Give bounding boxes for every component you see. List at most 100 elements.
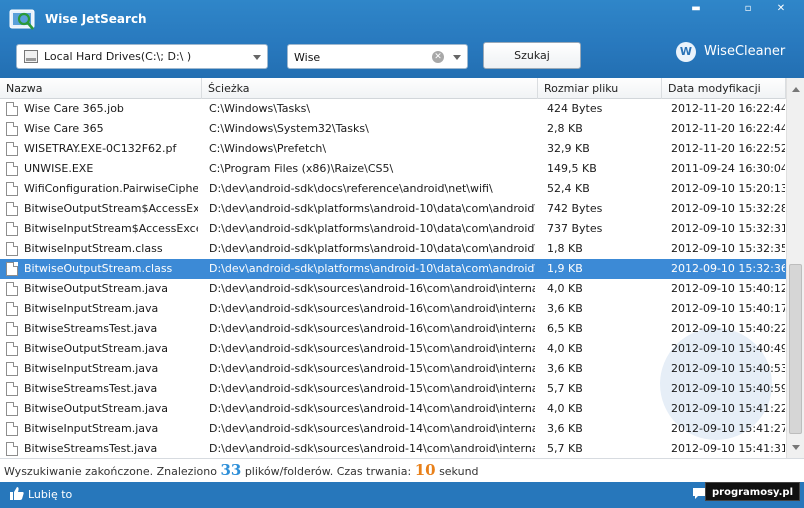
file-icon [6,382,18,396]
cell-path: D:\dev\android-sdk\sources\android-16\co… [209,302,535,315]
table-row[interactable]: Wise Care 365 C:\Windows\System32\Tasks\ 2… [0,119,786,139]
cell-path: D:\dev\android-sdk\sources\android-14\co… [209,442,535,455]
file-icon [6,122,18,136]
file-icon [6,422,18,436]
cell-size: 737 Bytes [547,222,603,235]
cell-name: BitwiseInputStream.java [24,422,159,435]
cell-path: D:\dev\android-sdk\docs\reference\androi… [209,182,493,195]
minimize-button[interactable]: ▬ [686,2,706,16]
status-bar: Wyszukiwanie zakończone. Znaleziono 33 p… [0,458,804,482]
table-row[interactable]: BitwiseStreamsTest.java D:\dev\android-sd… [0,439,786,458]
table-row[interactable]: BitwiseOutputStream.java D:\dev\android-s… [0,279,786,299]
close-button[interactable]: ✕ [771,2,791,16]
status-prefix: Wyszukiwanie zakończone. Znaleziono [4,465,217,478]
cell-path: D:\dev\android-sdk\sources\android-14\co… [209,402,535,415]
cell-date: 2012-09-10 15:40:12 [671,282,785,295]
column-header-date[interactable]: Data modyfikacji [662,78,786,99]
result-count: 33 [220,461,242,479]
chevron-down-icon[interactable] [453,55,461,60]
cell-date: 2012-09-10 15:32:28 [671,202,785,215]
cell-name: BitwiseOutputStream$AccessExc... [24,202,198,215]
cell-name: BitwiseInputStream.java [24,362,159,375]
cell-name: BitwiseOutputStream.java [24,282,169,295]
file-icon [6,142,18,156]
cell-path: D:\dev\android-sdk\sources\android-16\co… [209,282,535,295]
file-icon [6,242,18,256]
column-header-name[interactable]: Nazwa [0,78,202,99]
table-row[interactable]: BitwiseInputStream.java D:\dev\android-sd… [0,419,786,439]
column-header-path[interactable]: Ścieżka [202,78,538,99]
cell-name: UNWISE.EXE [24,162,94,175]
file-icon [6,342,18,356]
cell-date: 2012-09-10 15:40:59 [671,382,785,395]
cell-name: BitwiseStreamsTest.java [24,442,158,455]
cell-name: BitwiseOutputStream.java [24,402,169,415]
cell-date: 2012-09-10 15:32:35 [671,242,785,255]
cell-date: 2012-09-10 15:32:31 [671,222,785,235]
table-row[interactable]: WifiConfiguration.PairwiseCipher.... D:\d… [0,179,786,199]
file-icon [6,102,18,116]
cell-size: 4,0 KB [547,402,583,415]
table-row[interactable]: BitwiseOutputStream$AccessExc... D:\dev\a… [0,199,786,219]
drive-select-value: Local Hard Drives(C:\; D:\ ) [44,50,192,63]
table-row[interactable]: BitwiseInputStream.java D:\dev\android-sd… [0,359,786,379]
cell-name: BitwiseOutputStream.class [24,262,173,275]
cell-name: Wise Care 365 [24,122,104,135]
table-row[interactable]: BitwiseOutputStream.class D:\dev\android-… [0,259,786,279]
cell-date: 2012-09-10 15:41:31 [671,442,785,455]
column-header-size[interactable]: Rozmiar pliku [538,78,662,99]
watermark-badge: programosy.pl [705,482,800,501]
cell-path: D:\dev\android-sdk\sources\android-16\co… [209,322,535,335]
table-row[interactable]: Wise Care 365.job C:\Windows\Tasks\ 424 By… [0,99,786,119]
cell-name: WifiConfiguration.PairwiseCipher.... [24,182,198,195]
cell-name: BitwiseInputStream$AccessExcep... [24,222,198,235]
clear-icon[interactable]: ✕ [432,51,444,63]
table-row[interactable]: WISETRAY.EXE-0C132F62.pf C:\Windows\Prefe… [0,139,786,159]
table-row[interactable]: BitwiseOutputStream.java D:\dev\android-s… [0,339,786,359]
like-button[interactable]: Lubię to [10,487,72,503]
cell-date: 2012-09-10 15:40:17 [671,302,785,315]
scroll-down-icon[interactable] [787,439,804,456]
search-input[interactable] [294,49,424,65]
file-icon [6,202,18,216]
cell-path: D:\dev\android-sdk\sources\android-14\co… [209,422,535,435]
table-row[interactable]: BitwiseInputStream$AccessExcep... D:\dev\… [0,219,786,239]
search-button[interactable]: Szukaj [483,42,581,69]
file-icon [6,282,18,296]
cell-size: 742 Bytes [547,202,603,215]
table-row[interactable]: BitwiseInputStream.java D:\dev\android-sd… [0,299,786,319]
wisecleaner-logo-icon: W [676,42,696,62]
scrollbar-thumb[interactable] [789,264,802,434]
cell-name: BitwiseStreamsTest.java [24,322,158,335]
status-middle: plików/folderów. Czas trwania: [244,465,412,478]
cell-date: 2012-09-10 15:41:22 [671,402,785,415]
cell-size: 52,4 KB [547,182,590,195]
cell-size: 3,6 KB [547,302,583,315]
file-icon [6,362,18,376]
cell-size: 4,0 KB [547,342,583,355]
file-icon [6,442,18,456]
scroll-up-icon[interactable] [787,81,804,98]
search-box[interactable]: ✕ [287,44,468,69]
vertical-scrollbar[interactable] [786,78,804,458]
cell-date: 2012-09-10 15:40:49 [671,342,785,355]
cell-size: 2,8 KB [547,122,583,135]
table-row[interactable]: BitwiseStreamsTest.java D:\dev\android-sd… [0,379,786,399]
file-icon [6,162,18,176]
drive-select[interactable]: Local Hard Drives(C:\; D:\ ) [16,44,268,69]
table-row[interactable]: BitwiseInputStream.class D:\dev\android-s… [0,239,786,259]
file-icon [6,182,18,196]
table-row[interactable]: BitwiseOutputStream.java D:\dev\android-s… [0,399,786,419]
chevron-down-icon[interactable] [253,55,261,60]
cell-path: C:\Windows\Prefetch\ [209,142,327,155]
cell-name: Wise Care 365.job [24,102,124,115]
maximize-button[interactable]: ▫ [738,2,758,16]
cell-date: 2012-09-10 15:40:22 [671,322,785,335]
file-icon [6,302,18,316]
file-icon [6,222,18,236]
table-row[interactable]: UNWISE.EXE C:\Program Files (x86)\Raize\C… [0,159,786,179]
table-row[interactable]: BitwiseStreamsTest.java D:\dev\android-sd… [0,319,786,339]
results-table: Nazwa Ścieżka Rozmiar pliku Data modyfik… [0,78,804,458]
chat-icon[interactable] [692,487,706,500]
title-bar: Wise JetSearch ▬ ▫ ✕ Local Hard Drives(C… [0,0,804,78]
